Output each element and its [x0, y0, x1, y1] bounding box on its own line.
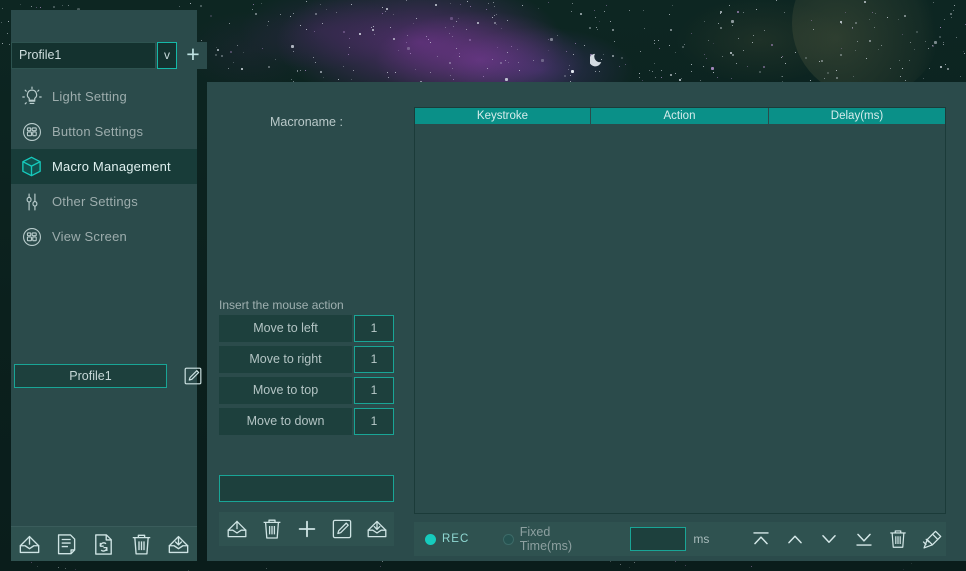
move-to-left-button[interactable]: Move to left — [219, 315, 352, 342]
tray-down-icon[interactable] — [165, 531, 191, 557]
trash-icon[interactable] — [128, 531, 154, 557]
table-header-row: Keystroke Action Delay(ms) — [415, 108, 945, 124]
trash-icon[interactable] — [259, 516, 285, 542]
sidebar-item-label: Light Setting — [52, 89, 127, 104]
chevron-down-icon[interactable]: v — [157, 42, 177, 69]
document-lines-icon[interactable] — [54, 531, 80, 557]
sidebar-item-label: Other Settings — [52, 194, 138, 209]
mouse-action-row: Move to down 1 — [219, 408, 394, 435]
cube-icon — [11, 149, 52, 184]
sidebar-item-other-settings[interactable]: Other Settings — [11, 184, 197, 219]
move-to-top-value[interactable]: 1 — [354, 377, 394, 404]
profile-select[interactable]: Profile1 — [11, 42, 156, 69]
move-to-down-value[interactable]: 1 — [354, 408, 394, 435]
column-header-keystroke[interactable]: Keystroke — [415, 108, 591, 124]
move-to-left-value[interactable]: 1 — [354, 315, 394, 342]
fixed-delay-input[interactable] — [629, 527, 687, 551]
profile-list-item[interactable]: Profile1 — [14, 364, 167, 388]
sidebar-item-light-setting[interactable]: Light Setting — [11, 79, 197, 114]
move-to-down-button[interactable]: Move to down — [219, 408, 352, 435]
macro-steps-table: Keystroke Action Delay(ms) — [414, 107, 946, 514]
radio-dot-unselected-icon — [503, 533, 514, 545]
mouse-action-row: Move to left 1 — [219, 315, 394, 342]
sidebar-item-label: View Screen — [52, 229, 127, 244]
column-header-delay[interactable]: Delay(ms) — [769, 108, 945, 124]
trash-icon[interactable] — [885, 525, 911, 553]
keypad-circle-icon — [11, 114, 52, 149]
move-to-right-button[interactable]: Move to right — [219, 346, 352, 373]
sidebar-item-label: Button Settings — [52, 124, 144, 139]
sidebar: Profile1 v + Light Setting Button Settin… — [11, 10, 207, 561]
document-refresh-icon[interactable] — [91, 531, 117, 557]
sidebar-nav: Light Setting Button Settings Macro Mana… — [11, 79, 197, 254]
mouse-action-row: Move to right 1 — [219, 346, 394, 373]
keypad-circle-icon — [11, 219, 52, 254]
fixed-time-label: Fixed Time(ms) — [519, 525, 573, 553]
rec-radio[interactable]: REC — [425, 522, 469, 556]
macro-management-window: Profile1 v + Light Setting Button Settin… — [0, 0, 966, 571]
radio-dot-selected-icon — [425, 533, 436, 545]
tray-up-icon[interactable] — [224, 516, 250, 542]
plus-icon[interactable] — [294, 516, 320, 542]
plus-icon[interactable]: + — [179, 42, 207, 69]
sliders-icon — [11, 184, 52, 219]
lightbulb-icon — [11, 79, 52, 114]
caret-up-bar-icon[interactable] — [747, 525, 773, 553]
sidebar-item-label: Macro Management — [52, 159, 171, 174]
fixed-time-radio[interactable]: Fixed Time(ms) — [503, 522, 600, 556]
move-to-top-button[interactable]: Move to top — [219, 377, 352, 404]
caret-up-icon[interactable] — [782, 525, 808, 553]
table-body[interactable] — [415, 124, 945, 513]
macro-toolbar — [219, 512, 394, 546]
edit-pencil-icon[interactable] — [181, 364, 205, 388]
sidebar-item-button-settings[interactable]: Button Settings — [11, 114, 197, 149]
column-header-action[interactable]: Action — [591, 108, 769, 124]
brush-icon[interactable] — [920, 525, 946, 553]
macro-name-input[interactable] — [219, 475, 394, 502]
edit-pencil-icon[interactable] — [329, 516, 355, 542]
sidebar-toolbar — [11, 527, 197, 561]
record-toolbar: REC Fixed Time(ms) ms — [414, 522, 946, 556]
insert-mouse-action-label: Insert the mouse action — [219, 298, 344, 312]
macroname-label: Macroname : — [270, 115, 343, 129]
profile-selector-row: Profile1 v + — [11, 42, 207, 70]
rec-label: REC — [442, 533, 470, 545]
ms-unit-label: ms — [693, 532, 710, 546]
main-panel: Macroname : Insert the mouse action Move… — [207, 82, 966, 561]
sidebar-item-view-screen[interactable]: View Screen — [11, 219, 197, 254]
tray-up-icon[interactable] — [17, 531, 43, 557]
tray-down-icon[interactable] — [364, 516, 390, 542]
mouse-action-row: Move to top 1 — [219, 377, 394, 404]
move-to-right-value[interactable]: 1 — [354, 346, 394, 373]
sidebar-item-macro-management[interactable]: Macro Management — [11, 149, 197, 184]
caret-down-icon[interactable] — [816, 525, 842, 553]
caret-down-bar-icon[interactable] — [851, 525, 877, 553]
